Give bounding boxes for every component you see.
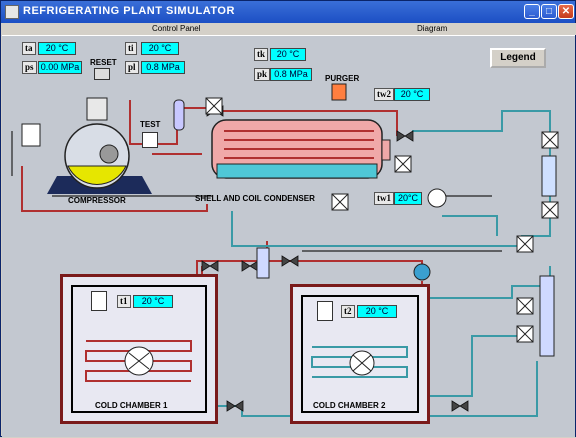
reset-label: RESET <box>90 58 117 67</box>
tw2-value: 20 °C <box>394 88 430 101</box>
pk-value: 0.8 MPa <box>270 68 312 81</box>
purger-label: PURGER <box>325 74 360 83</box>
condenser-caption: SHELL AND COIL CONDENSER <box>195 194 315 203</box>
pi-value: 0.8 MPa <box>141 61 185 74</box>
close-button[interactable]: ✕ <box>558 4 574 19</box>
maximize-button[interactable]: □ <box>541 4 557 19</box>
legend-button[interactable]: Legend <box>490 48 546 68</box>
chamber-2-sensor-icon <box>317 301 333 321</box>
cold-chamber-1: t1 20 °C COLD CHAMBER 1 <box>60 274 218 424</box>
ps-value: 0.00 MPa <box>38 61 82 74</box>
test-label: TEST <box>140 120 161 129</box>
ti-label: ti <box>125 42 137 55</box>
t1-label: t1 <box>117 295 131 308</box>
app-icon <box>5 5 19 19</box>
tw1-label: tw1 <box>374 192 394 205</box>
ti-value: 20 °C <box>141 42 179 55</box>
chamber-1-sensor-icon <box>91 291 107 311</box>
tw2-label: tw2 <box>374 88 394 101</box>
chamber-1-coil <box>85 340 192 382</box>
cold-chamber-2: t2 20 °C COLD CHAMBER 2 <box>290 284 430 424</box>
t2-label: t2 <box>341 305 355 318</box>
compressor-caption: COMPRESSOR <box>68 196 126 205</box>
menu-bar: Control Panel Diagram <box>2 23 576 35</box>
minimize-button[interactable]: _ <box>524 4 540 19</box>
tab-control-panel[interactable]: Control Panel <box>152 24 200 33</box>
test-button[interactable] <box>142 132 158 148</box>
chamber-1-interior: t1 20 °C COLD CHAMBER 1 <box>71 285 207 413</box>
reset-button[interactable] <box>94 68 110 80</box>
tw1-value: 20°C <box>394 192 422 205</box>
app-window: REFRIGERATING PLANT SIMULATOR _ □ ✕ Cont… <box>0 0 576 437</box>
chamber-2-caption: COLD CHAMBER 2 <box>313 401 386 410</box>
tk-label: tk <box>254 48 269 61</box>
pk-label: pk <box>254 68 271 81</box>
tab-diagram[interactable]: Diagram <box>417 24 447 33</box>
chamber-2-interior: t2 20 °C COLD CHAMBER 2 <box>301 295 419 413</box>
t2-value: 20 °C <box>357 305 397 318</box>
pi-label: pl <box>125 61 139 74</box>
chamber-1-caption: COLD CHAMBER 1 <box>95 401 168 410</box>
title-bar: REFRIGERATING PLANT SIMULATOR _ □ ✕ <box>1 1 575 23</box>
diagram-canvas: ta 20 °C ps 0.00 MPa RESET ti 20 °C pl 0… <box>2 35 575 437</box>
ta-label: ta <box>22 42 36 55</box>
window-title: REFRIGERATING PLANT SIMULATOR <box>23 5 235 17</box>
ta-value: 20 °C <box>38 42 76 55</box>
chamber-2-coil <box>311 346 408 378</box>
ps-label: ps <box>22 61 37 74</box>
tk-value: 20 °C <box>270 48 306 61</box>
purger-box <box>331 83 347 101</box>
t1-value: 20 °C <box>133 295 173 308</box>
